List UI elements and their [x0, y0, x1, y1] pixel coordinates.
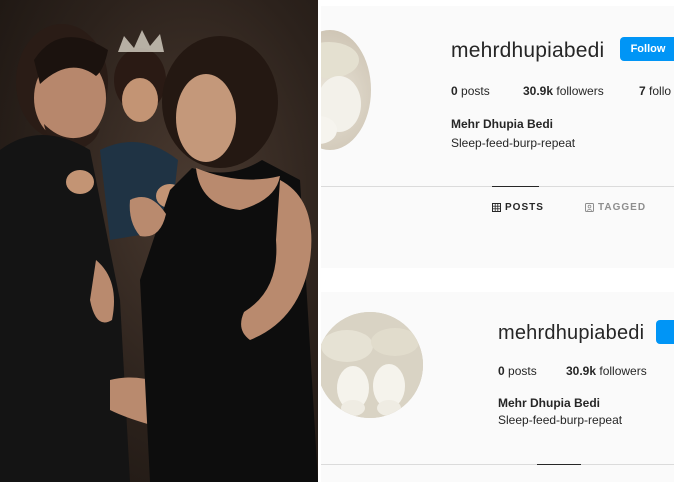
profile-avatar-zoomed[interactable] [321, 312, 423, 418]
posts-tab-indicator-zoomed [537, 464, 581, 465]
followers-label-zoomed: followers [599, 364, 647, 378]
profile-full-name: Mehr Dhupia Bedi [451, 117, 554, 131]
profile-full-name-zoomed: Mehr Dhupia Bedi [498, 396, 601, 410]
posts-count-zoomed: 0 [498, 364, 505, 378]
follow-button-zoomed[interactable] [656, 320, 674, 344]
family-photo-illustration [0, 24, 318, 482]
following-count: 7 [639, 84, 646, 98]
following-label: follo [649, 84, 672, 98]
posts-label-zoomed: posts [508, 364, 537, 378]
followers-count: 30.9k [523, 84, 554, 98]
tab-tagged[interactable]: TAGGED [585, 202, 646, 213]
profile-username: mehrdhupiabedi [451, 39, 605, 62]
profile-bio: Sleep-feed-burp-repeat [451, 136, 576, 150]
collage-gap [321, 268, 674, 292]
follow-button[interactable]: Follow [620, 37, 674, 61]
baby-socks-image-zoomed [321, 312, 423, 418]
tab-tagged-label: TAGGED [598, 202, 647, 213]
profile-avatar[interactable] [321, 30, 371, 150]
posts-stat: 0 posts [451, 84, 490, 98]
profile-username-zoomed: mehrdhupiabedi [498, 322, 645, 344]
tab-posts[interactable]: POSTS [492, 202, 544, 213]
tagged-icon [585, 203, 594, 212]
baby-socks-image [321, 42, 361, 144]
profile-panel-bottom: mehrdhupiabedi 0 posts 30.9k followers M… [321, 292, 674, 482]
followers-count-zoomed: 30.9k [566, 364, 597, 378]
posts-label: posts [461, 84, 490, 98]
followers-stat[interactable]: 30.9k followers [523, 84, 604, 98]
profile-panel-top: mehrdhupiabedi Follow 0 posts 30.9k foll… [321, 6, 674, 268]
family-photo [0, 0, 318, 482]
grid-icon [492, 203, 501, 212]
followers-label: followers [556, 84, 604, 98]
posts-stat-zoomed: 0 posts [498, 364, 537, 378]
following-stat[interactable]: 7 follo [639, 84, 671, 98]
posts-count: 0 [451, 84, 458, 98]
tab-posts-label: POSTS [505, 202, 544, 213]
followers-stat-zoomed[interactable]: 30.9k followers [566, 364, 647, 378]
posts-tab-indicator [492, 186, 539, 187]
tabs-divider-zoomed [321, 464, 674, 465]
profile-bio-zoomed: Sleep-feed-burp-repeat [498, 413, 623, 427]
